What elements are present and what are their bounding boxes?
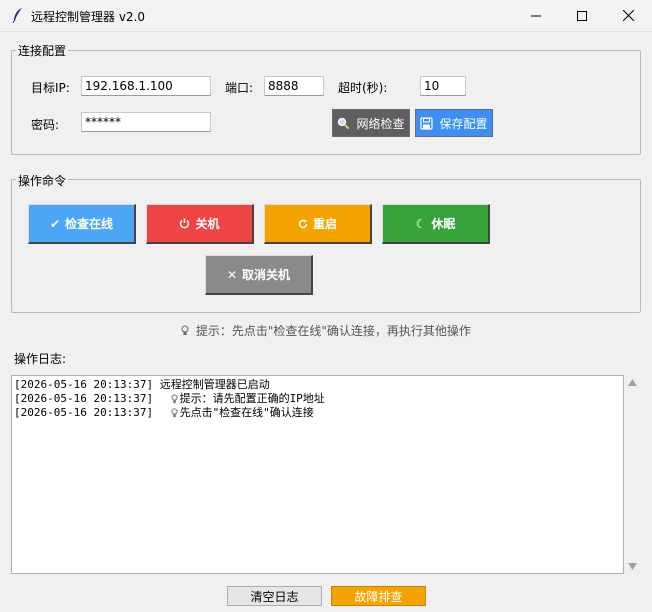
network-check-label: 网络检查: [356, 116, 405, 131]
timeout-label: 超时(秒):: [338, 81, 388, 95]
scroll-down-arrow-icon[interactable]: [628, 563, 637, 570]
log-scrollbar[interactable]: [624, 375, 641, 574]
port-input[interactable]: 8888: [264, 76, 324, 96]
clear-log-label: 清空日志: [250, 589, 299, 604]
hint-line: 提示：先点击"检查在线"确认连接，再执行其他操作: [0, 322, 652, 339]
log-line: [2026-05-16 20:13:37] 远程控制管理器已启动: [14, 378, 270, 391]
lightbulb-icon: [171, 394, 178, 404]
check-online-button[interactable]: ✔ 检查在线: [28, 204, 136, 244]
save-config-label: 保存配置: [439, 116, 488, 131]
ip-label: 目标IP:: [31, 81, 70, 95]
cancel-shutdown-label: 取消关机: [242, 268, 291, 282]
troubleshoot-button[interactable]: 故障排查: [331, 586, 426, 606]
password-label: 密码:: [31, 118, 60, 132]
clear-log-button[interactable]: 清空日志: [227, 586, 322, 606]
sleep-label: 休眠: [431, 217, 456, 231]
maximize-icon: [577, 10, 587, 21]
password-input[interactable]: ******: [81, 112, 211, 132]
shutdown-label: 关机: [195, 217, 220, 231]
lightbulb-icon: [171, 408, 178, 418]
close-icon: [622, 10, 634, 21]
lightbulb-icon: [181, 325, 189, 335]
log-line: [2026-05-16 20:13:37] 先点击"检查在线"确认连接: [14, 406, 314, 419]
log-line: [2026-05-16 20:13:37] 提示：请先配置正确的IP地址: [14, 392, 325, 405]
window-title: 远程控制管理器 v2.0: [31, 10, 146, 24]
shutdown-button[interactable]: 关机: [146, 204, 254, 244]
commands-group-label: 操作命令: [16, 172, 69, 189]
minimize-icon: [531, 15, 541, 16]
log-label: 操作日志:: [14, 352, 67, 366]
minimize-button[interactable]: [513, 0, 559, 31]
maximize-button[interactable]: [559, 0, 605, 31]
restart-button[interactable]: 重启: [264, 204, 372, 244]
ip-input[interactable]: 192.168.1.100: [81, 76, 211, 96]
moon-icon: ☾: [415, 216, 427, 231]
close-button[interactable]: [605, 0, 651, 31]
title-bar: 远程控制管理器 v2.0: [0, 0, 652, 32]
connection-group-label: 连接配置: [16, 42, 69, 59]
sleep-button[interactable]: ☾ 休眠: [382, 204, 490, 244]
magnifier-icon: [338, 117, 350, 129]
scroll-up-arrow-icon[interactable]: [628, 379, 637, 386]
cancel-shutdown-button[interactable]: ✕ 取消关机: [205, 255, 313, 295]
port-label: 端口:: [225, 81, 254, 95]
connection-group: [11, 50, 641, 155]
timeout-input[interactable]: 10: [420, 76, 466, 96]
check-mark-icon: ✔: [49, 216, 61, 231]
commands-group: [11, 179, 641, 313]
x-icon: ✕: [226, 267, 238, 282]
hint-text: 提示：先点击"检查在线"确认连接，再执行其他操作: [195, 324, 471, 338]
restart-icon: [298, 219, 308, 228]
feather-icon: [12, 8, 22, 23]
network-check-button[interactable]: 网络检查: [332, 109, 410, 137]
check-online-label: 检查在线: [65, 217, 114, 231]
power-icon: [180, 218, 190, 229]
troubleshoot-label: 故障排查: [354, 589, 403, 604]
log-textarea[interactable]: [2026-05-16 20:13:37] 远程控制管理器已启动 [2026-0…: [11, 375, 624, 574]
floppy-disk-icon: [420, 116, 434, 130]
save-config-button[interactable]: 保存配置: [415, 109, 493, 137]
restart-label: 重启: [312, 217, 337, 231]
